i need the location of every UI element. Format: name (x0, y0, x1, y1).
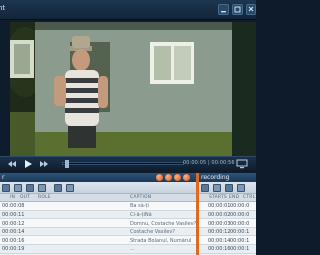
row-caption: Strada Bolanul, Numărul (130, 237, 192, 244)
row-caption: Ba să-ți (130, 203, 149, 210)
delete-caption-icon[interactable] (66, 184, 74, 192)
row-start: 00:00:02 (208, 211, 231, 218)
monitor-icon (236, 159, 248, 169)
subtitle-editor-window: nt 00:00:05 | 00:00:56 r IN OUT ROLE CAP… (0, 0, 256, 255)
table-row[interactable]: 00:00:16 00:00:1 (199, 244, 256, 254)
merge-caption-icon[interactable] (26, 184, 34, 192)
stop-icon[interactable] (213, 184, 221, 192)
row-out: 00:00:14 (2, 229, 25, 236)
seek-knob[interactable] (65, 160, 70, 168)
caption-rows: 00:00:08 Ba să-ți 00:00:11 Ci-ă-țiNă 00:… (0, 202, 196, 254)
column-caption: CAPTION (130, 195, 152, 200)
row-end: 00:00:0 (230, 211, 250, 218)
transport-bar: 00:00:05 | 00:00:56 (0, 156, 256, 170)
add-orb-icon[interactable] (156, 174, 163, 181)
minimize-button[interactable] (218, 4, 229, 15)
close-icon (248, 6, 254, 12)
column-ctrl: CTRL (243, 195, 256, 200)
window-title: nt (0, 4, 6, 12)
table-row[interactable]: 00:00:01 00:00:0 (199, 202, 256, 211)
caption-panel-header: r (0, 173, 196, 182)
recording-toolbar (199, 182, 256, 194)
export-icon[interactable] (237, 184, 245, 192)
column-starts: STARTS (209, 195, 227, 200)
table-row[interactable]: 00:00:19 ... (0, 244, 196, 254)
table-row[interactable]: 00:00:14 00:00:1 (199, 236, 256, 245)
timecode-readout: 00:00:05 | 00:00:56 (183, 160, 235, 166)
close-button[interactable] (246, 4, 256, 15)
table-row[interactable]: 00:00:11 Ci-ă-țiNă (0, 210, 196, 220)
minimize-icon (221, 11, 226, 13)
row-end: 00:00:1 (230, 229, 250, 236)
column-end: END (229, 195, 240, 200)
row-start: 00:00:03 (208, 220, 231, 227)
forward-button[interactable] (38, 159, 50, 169)
seek-bar[interactable] (62, 160, 184, 168)
caption-list-panel: r IN OUT ROLE CAPTION 00:00:08 Ba să-ți (0, 173, 196, 255)
move-up-icon[interactable] (38, 184, 46, 192)
close-orb-icon[interactable] (183, 174, 190, 181)
column-role: ROLE (38, 195, 51, 200)
row-end: 00:00:0 (230, 220, 250, 227)
recording-column-header: STARTS END CTRL (199, 194, 256, 202)
row-caption: Ci-ă-țiNă (130, 211, 152, 218)
rewind-button[interactable] (6, 159, 18, 169)
play-icon (25, 160, 32, 168)
caption-panel-title: r (2, 174, 5, 181)
row-out: 00:00:11 (2, 211, 25, 218)
rewind-icon (8, 161, 16, 167)
row-end: 00:00:1 (230, 237, 250, 244)
row-start: 00:00:14 (208, 237, 231, 244)
recording-panel-header: recording (199, 173, 256, 182)
import-icon[interactable] (225, 184, 233, 192)
row-out: 00:00:12 (2, 220, 25, 227)
video-edge (232, 22, 256, 156)
remove-orb-icon[interactable] (165, 174, 172, 181)
split-caption-icon[interactable] (14, 184, 22, 192)
row-start: 00:00:01 (208, 203, 231, 210)
video-frame-image (10, 22, 256, 156)
table-row[interactable]: 00:00:12 Domnu, Costache Vasilev? (0, 219, 196, 228)
row-out: 00:00:08 (2, 203, 25, 210)
new-caption-icon[interactable] (2, 184, 10, 192)
column-out: OUT (20, 195, 31, 200)
maximize-icon (234, 6, 241, 13)
recording-rows: 00:00:01 00:00:0 00:00:02 00:00:0 00:00:… (199, 202, 256, 254)
record-icon[interactable] (201, 184, 209, 192)
table-row[interactable]: 00:00:12 00:00:1 (199, 227, 256, 237)
title-bar: nt (0, 0, 256, 20)
table-row[interactable]: 00:00:02 00:00:0 (199, 210, 256, 220)
settings-orb-icon[interactable] (174, 174, 181, 181)
row-start: 00:00:16 (208, 246, 231, 253)
table-row[interactable]: 00:00:08 Ba să-ți (0, 202, 196, 211)
row-out: 00:00:16 (2, 237, 25, 244)
fast-forward-icon (40, 161, 48, 167)
maximize-button[interactable] (232, 4, 243, 15)
row-out: 00:00:19 (2, 246, 25, 253)
caption-column-header: IN OUT ROLE CAPTION (0, 194, 196, 202)
column-in: IN (10, 195, 16, 200)
table-row[interactable]: 00:00:14 Costache Vasilev? (0, 227, 196, 237)
recording-panel: recording STARTS END CTRL 00:00:01 00:00… (199, 173, 256, 255)
row-end: 00:00:1 (230, 246, 250, 253)
video-preview[interactable] (10, 22, 256, 156)
row-caption: Costache Vasilev? (130, 229, 175, 236)
recording-panel-title: recording (201, 174, 230, 181)
play-button[interactable] (22, 159, 34, 169)
row-caption: Domnu, Costache Vasilev? (130, 220, 197, 227)
caption-toolbar (0, 182, 196, 194)
row-caption: ... (130, 246, 135, 253)
move-down-icon[interactable] (54, 184, 62, 192)
table-row[interactable]: 00:00:16 Strada Bolanul, Numărul (0, 236, 196, 245)
row-end: 00:00:0 (230, 203, 250, 210)
table-row[interactable]: 00:00:03 00:00:0 (199, 219, 256, 228)
fullscreen-button[interactable] (236, 159, 248, 169)
row-start: 00:00:12 (208, 229, 231, 236)
